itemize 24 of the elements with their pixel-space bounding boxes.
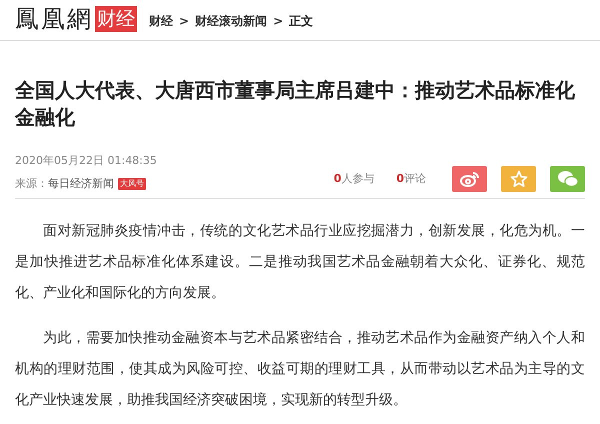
logo-text[interactable]: 鳳凰網 [15, 5, 93, 33]
source-label: 来源： [15, 176, 48, 192]
source-name[interactable]: 每日经济新闻 [48, 176, 114, 192]
participant-count: 0 [334, 170, 342, 187]
favorite-button[interactable] [501, 166, 536, 192]
breadcrumb-separator: > [179, 13, 190, 30]
comment-count: 0 [396, 170, 404, 187]
breadcrumb-link[interactable]: 财经滚动新闻 [195, 12, 268, 30]
article-paragraph: 为此，需要加快推动金融资本与艺术品紧密结合，推动艺术品作为金融资产纳入个人和机构的理财范围，使其成为风险可控、收益可期的理财工具，从而带动以艺术品为主导的文化产业快速发展，助推我国经济突破困境，实现新的转型升级。 [15, 329, 585, 410]
publish-date: 2020年05月22日 01:48:35 [15, 153, 157, 169]
article-title: 全国人大代表、大唐西市董事局主席吕建中：推动艺术品标准化金融化 [15, 77, 576, 131]
weibo-icon [460, 171, 480, 187]
source-badge: 大风号 [118, 178, 146, 190]
participant-label: 人参与 [341, 170, 374, 187]
breadcrumb-separator: > [273, 13, 284, 30]
wechat-share-button[interactable] [550, 166, 585, 192]
comment-label[interactable]: 评论 [404, 170, 426, 188]
breadcrumb-current: 正文 [289, 13, 314, 30]
chat-bubbles-icon [556, 170, 578, 188]
star-icon [510, 170, 528, 188]
article-paragraph: 面对新冠肺炎疫情冲击，传统的文化艺术品行业应挖掘潜力，创新发展，化危为机。一是加快推进艺术品标准化体系建设。二是推动我国艺术品金融朝着大众化、证券化、规范化、产业化和国际化的方向发展。 [15, 222, 585, 303]
channel-logo[interactable]: 财经 [95, 6, 137, 32]
weibo-share-button[interactable] [452, 166, 487, 192]
breadcrumb-link[interactable]: 财经 [149, 12, 173, 30]
